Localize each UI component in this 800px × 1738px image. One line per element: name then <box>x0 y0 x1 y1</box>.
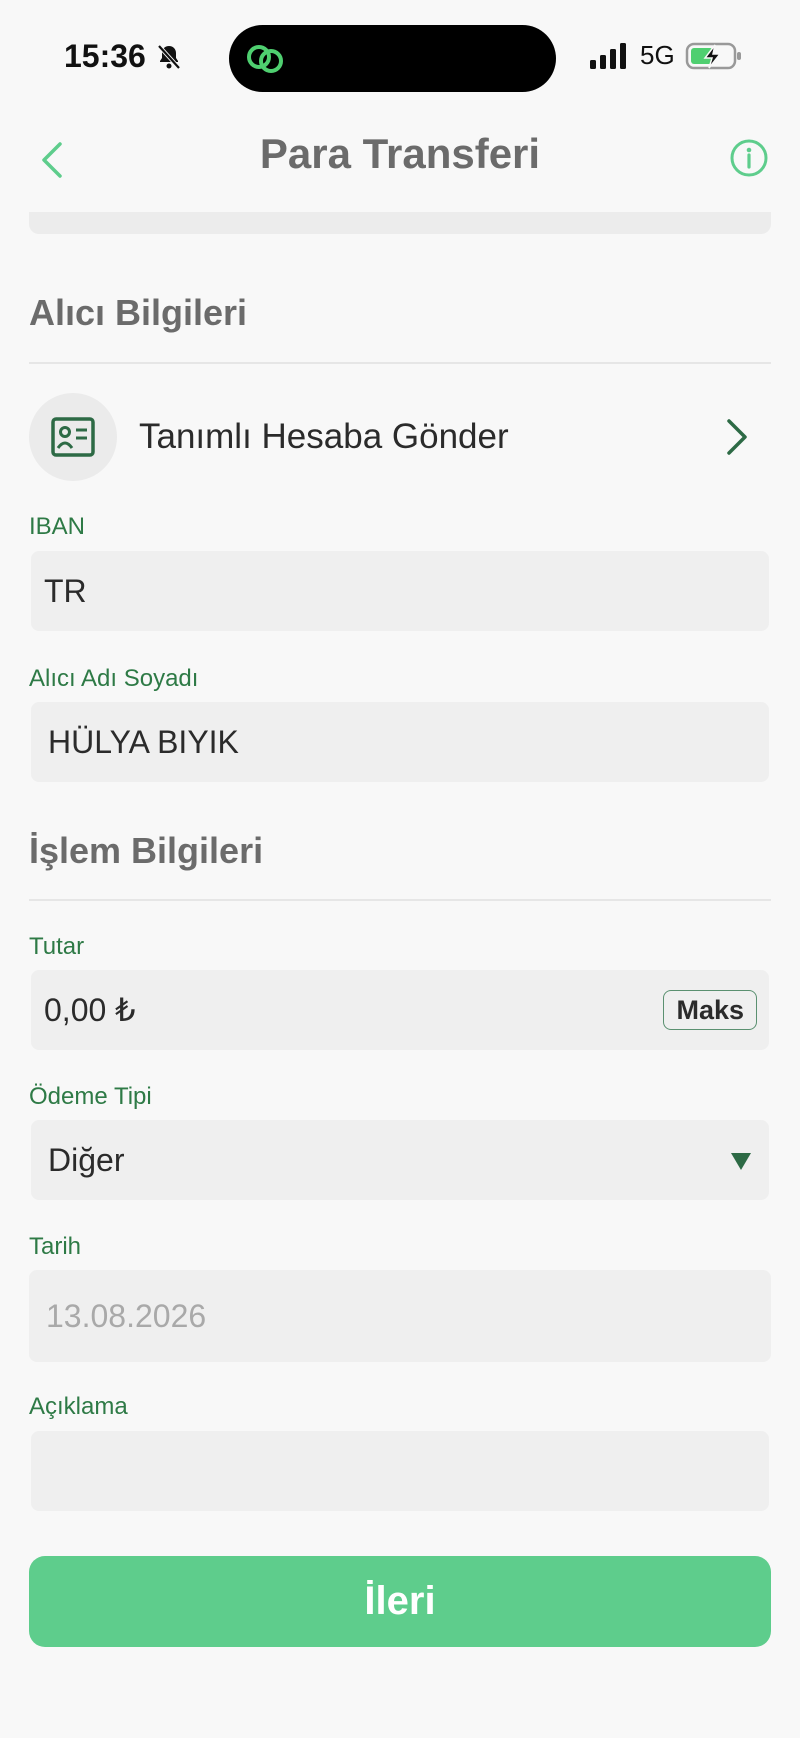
amount-label: Tutar <box>29 933 85 960</box>
max-amount-button[interactable]: Maks <box>663 990 757 1030</box>
previous-card-edge <box>29 212 771 234</box>
description-label: Açıklama <box>29 1393 128 1420</box>
recipient-name-input[interactable]: HÜLYA BIYIK <box>31 702 769 782</box>
iban-value: TR <box>44 572 87 609</box>
recipient-name-value: HÜLYA BIYIK <box>48 723 239 760</box>
next-button[interactable]: İleri <box>29 1556 771 1647</box>
transaction-section-title: İşlem Bilgileri <box>29 830 264 871</box>
dropdown-arrow-icon <box>731 1153 751 1170</box>
divider <box>29 362 771 364</box>
date-value: 13.08.2026 <box>46 1297 207 1334</box>
description-input[interactable] <box>31 1431 769 1511</box>
link-icon <box>247 45 283 73</box>
payment-type-label: Ödeme Tipi <box>29 1083 152 1110</box>
account-avatar <box>29 393 117 481</box>
network-label: 5G <box>640 40 675 70</box>
info-button[interactable] <box>728 134 770 182</box>
iban-label: IBAN <box>29 513 86 540</box>
recipient-name-label: Alıcı Adı Soyadı <box>29 665 199 692</box>
signal-icon <box>590 42 626 69</box>
status-time: 15:36 <box>64 38 146 74</box>
id-card-icon <box>51 417 95 457</box>
page-title: Para Transferi <box>259 130 541 177</box>
amount-input[interactable]: 0,00 ₺ Maks <box>31 970 769 1050</box>
nav-header: Para Transferi <box>0 110 800 210</box>
recipient-section-title: Alıcı Bilgileri <box>29 292 248 333</box>
date-input[interactable]: 13.08.2026 <box>29 1270 771 1362</box>
amount-value: 0,00 ₺ <box>44 992 136 1028</box>
saved-account-label: Tanımlı Hesaba Gönder <box>139 417 509 456</box>
chevron-right-icon <box>727 419 747 455</box>
info-icon <box>730 139 768 177</box>
status-right: 5G <box>588 40 743 71</box>
battery-charging-icon <box>685 42 741 69</box>
divider <box>29 899 771 901</box>
screen: 15:36 5G Para Transferi Alıcı Bilgileri … <box>0 0 800 1738</box>
status-time-group: 15:36 <box>64 38 184 75</box>
payment-type-value: Diğer <box>48 1141 125 1178</box>
status-bar: 15:36 5G <box>0 0 800 110</box>
date-label: Tarih <box>29 1233 82 1260</box>
iban-input[interactable]: TR <box>31 551 769 631</box>
payment-type-select[interactable]: Diğer <box>31 1120 769 1200</box>
saved-account-button[interactable]: Tanımlı Hesaba Gönder <box>29 392 771 482</box>
dynamic-island <box>229 25 556 92</box>
bell-slash-icon <box>157 44 181 69</box>
